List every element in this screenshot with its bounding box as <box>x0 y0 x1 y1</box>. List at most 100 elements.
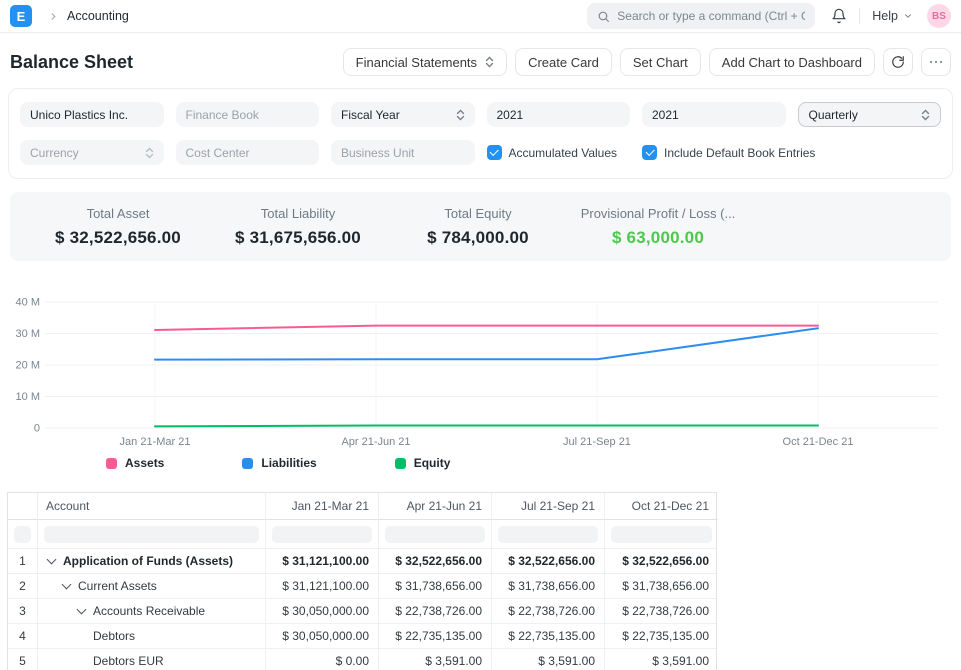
summary-label: Total Liability <box>208 206 388 221</box>
row-number: 2 <box>8 574 38 599</box>
svg-text:Oct 21-Dec 21: Oct 21-Dec 21 <box>783 436 854 448</box>
divider <box>859 8 860 24</box>
breadcrumb[interactable]: Accounting <box>67 9 129 23</box>
column-header[interactable]: Oct 21-Dec 21 <box>605 493 718 520</box>
chevron-down-icon[interactable] <box>62 580 72 590</box>
ellipsis-icon <box>930 61 943 64</box>
summary-bar: Total Asset $ 32,522,656.00 Total Liabil… <box>10 192 951 261</box>
amount-cell: $ 22,735,135.00 <box>492 624 605 649</box>
search-input[interactable] <box>587 3 815 29</box>
refresh-icon <box>891 55 905 69</box>
balance-chart: 40 M30 M20 M10 M0Jan 21-Mar 21Apr 21-Jun… <box>0 287 961 472</box>
column-filter-input[interactable] <box>611 526 712 543</box>
periodicity-value: Quarterly <box>809 108 916 122</box>
amount-cell: $ 31,738,656.00 <box>605 574 718 599</box>
chart-legend: Assets Liabilities Equity <box>0 454 961 472</box>
column-header[interactable]: Apr 21-Jun 21 <box>379 493 492 520</box>
company-value: Unico Plastics Inc. <box>30 108 154 122</box>
chevron-down-icon[interactable] <box>47 555 57 565</box>
amount-cell: $ 31,121,100.00 <box>266 549 379 574</box>
legend-label: Liabilities <box>261 456 316 470</box>
periodicity-select[interactable]: Quarterly <box>798 102 942 127</box>
amount-cell: $ 32,522,656.00 <box>605 549 718 574</box>
column-filter-input[interactable] <box>14 526 31 543</box>
account-cell[interactable]: Accounts Receivable <box>38 599 266 624</box>
search-field[interactable] <box>617 9 805 23</box>
summary-value: $ 63,000.00 <box>568 228 748 248</box>
end-year-filter[interactable]: 2021 <box>642 102 786 127</box>
column-filter-input[interactable] <box>498 526 598 543</box>
notifications-bell-icon[interactable] <box>831 8 847 24</box>
avatar[interactable]: BS <box>927 4 951 28</box>
finance-book-filter[interactable]: Finance Book <box>176 102 320 127</box>
legend-item-assets[interactable]: Assets <box>106 456 164 470</box>
summary-card-total-liability: Total Liability $ 31,675,656.00 <box>208 206 388 248</box>
column-header[interactable]: Jan 21-Mar 21 <box>266 493 379 520</box>
legend-item-equity[interactable]: Equity <box>395 456 451 470</box>
page-header: Balance Sheet Financial Statements Creat… <box>0 33 961 88</box>
finance-book-placeholder: Finance Book <box>186 108 310 122</box>
svg-text:40 M: 40 M <box>16 297 40 309</box>
svg-text:Jan 21-Mar 21: Jan 21-Mar 21 <box>120 436 191 448</box>
report-table: AccountJan 21-Mar 21Apr 21-Jun 21Jul 21-… <box>7 492 717 670</box>
refresh-button[interactable] <box>883 48 913 76</box>
checkbox-checked-icon[interactable] <box>487 145 502 160</box>
account-cell[interactable]: Debtors EUR <box>38 649 266 670</box>
summary-value: $ 32,522,656.00 <box>28 228 208 248</box>
amount-cell: $ 32,522,656.00 <box>492 549 605 574</box>
table-filter-row <box>8 520 716 549</box>
create-card-button[interactable]: Create Card <box>515 48 612 76</box>
chevron-right-icon <box>48 11 59 22</box>
updown-icon <box>485 56 494 68</box>
set-chart-button[interactable]: Set Chart <box>620 48 701 76</box>
menu-button[interactable] <box>921 48 951 76</box>
cost-center-filter[interactable]: Cost Center <box>176 140 320 165</box>
amount-cell: $ 22,738,726.00 <box>605 599 718 624</box>
report-type-select[interactable]: Financial Statements <box>343 48 507 76</box>
svg-text:Jul 21-Sep 21: Jul 21-Sep 21 <box>563 436 631 448</box>
legend-label: Assets <box>125 456 164 470</box>
legend-marker-icon <box>395 458 406 469</box>
updown-icon <box>456 109 465 121</box>
amount-cell: $ 22,735,135.00 <box>605 624 718 649</box>
checkbox-label: Include Default Book Entries <box>664 146 815 160</box>
help-label: Help <box>872 9 898 23</box>
summary-label: Total Equity <box>388 206 568 221</box>
start-year-value: 2021 <box>497 108 621 122</box>
period-basis-value: Fiscal Year <box>341 108 450 122</box>
column-filter-input[interactable] <box>272 526 372 543</box>
currency-select[interactable]: Currency <box>20 140 164 165</box>
accumulated-values-checkbox[interactable]: Accumulated Values <box>487 145 631 160</box>
account-cell[interactable]: Current Assets <box>38 574 266 599</box>
account-cell[interactable]: Debtors <box>38 624 266 649</box>
chevron-down-icon <box>903 11 913 21</box>
table-row: 5Debtors EUR$ 0.00$ 3,591.00$ 3,591.00$ … <box>8 649 716 670</box>
chevron-down-icon[interactable] <box>77 605 87 615</box>
include-default-book-entries-checkbox[interactable]: Include Default Book Entries <box>642 145 941 160</box>
account-name: Debtors <box>93 629 135 643</box>
column-filter-input[interactable] <box>385 526 485 543</box>
table-row: 1Application of Funds (Assets)$ 31,121,1… <box>8 549 716 574</box>
legend-label: Equity <box>414 456 451 470</box>
column-header[interactable]: Account <box>38 493 266 520</box>
checkbox-checked-icon[interactable] <box>642 145 657 160</box>
start-year-filter[interactable]: 2021 <box>487 102 631 127</box>
row-number: 3 <box>8 599 38 624</box>
account-cell[interactable]: Application of Funds (Assets) <box>38 549 266 574</box>
help-menu[interactable]: Help <box>872 9 913 23</box>
checkbox-label: Accumulated Values <box>509 146 618 160</box>
company-filter[interactable]: Unico Plastics Inc. <box>20 102 164 127</box>
account-name: Accounts Receivable <box>93 604 205 618</box>
column-header[interactable]: Jul 21-Sep 21 <box>492 493 605 520</box>
amount-cell: $ 22,738,726.00 <box>492 599 605 624</box>
legend-item-liabilities[interactable]: Liabilities <box>242 456 316 470</box>
app-logo-icon[interactable]: E <box>10 5 32 27</box>
table-header-row: AccountJan 21-Mar 21Apr 21-Jun 21Jul 21-… <box>8 493 716 520</box>
add-chart-to-dashboard-button[interactable]: Add Chart to Dashboard <box>709 48 875 76</box>
line-chart[interactable]: 40 M30 M20 M10 M0Jan 21-Mar 21Apr 21-Jun… <box>0 287 961 452</box>
summary-card-provisional-profit-loss: Provisional Profit / Loss (... $ 63,000.… <box>568 206 748 248</box>
column-filter-input[interactable] <box>44 526 259 543</box>
search-icon <box>597 10 610 23</box>
period-basis-select[interactable]: Fiscal Year <box>331 102 475 127</box>
business-unit-filter[interactable]: Business Unit <box>331 140 475 165</box>
